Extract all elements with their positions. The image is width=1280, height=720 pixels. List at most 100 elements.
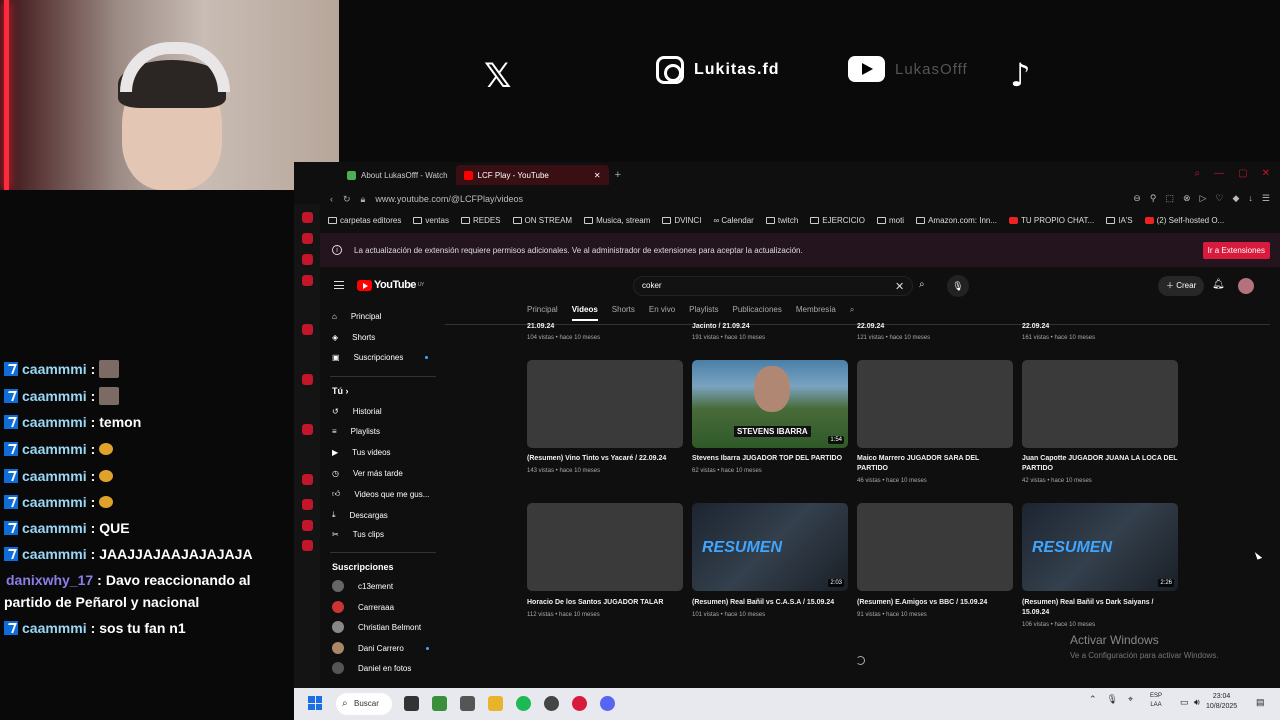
video-thumbnail[interactable]: STEVENS IBARRA 1:54 <box>692 360 848 448</box>
close-tab-icon[interactable]: ✕ <box>594 171 601 180</box>
sidebar-app-icon[interactable] <box>302 520 313 531</box>
pin-icon[interactable]: ⚲ <box>1150 193 1157 204</box>
download-icon[interactable]: ↓ <box>1248 193 1253 204</box>
video-thumbnail[interactable] <box>857 503 1013 591</box>
task-view-icon[interactable] <box>404 696 419 711</box>
bookmark-item[interactable]: EJERCICIO <box>810 216 865 225</box>
menu-icon[interactable]: ☰ <box>1262 193 1270 204</box>
spotify-icon[interactable] <box>516 696 531 711</box>
url-field[interactable]: www.youtube.com/@LCFPlay/videos <box>375 194 523 204</box>
volume-icon[interactable]: 🔊︎ <box>1194 697 1200 708</box>
reload-button[interactable]: ↻ <box>343 194 351 205</box>
maximize-button[interactable]: ▢ <box>1238 168 1247 179</box>
video-title[interactable]: 21.09.24 <box>527 322 687 332</box>
sidebar-item-tus-clips[interactable]: ✂ Tus clips <box>332 530 384 539</box>
bookmark-item[interactable]: REDES <box>460 216 501 225</box>
back-button[interactable]: ‹ <box>330 194 333 204</box>
minecraft-icon[interactable] <box>432 696 447 711</box>
sidebar-item-shorts[interactable]: ◈ Shorts <box>332 333 375 342</box>
location-icon[interactable]: ⌖ <box>1128 694 1133 705</box>
video-title[interactable]: Jacinto / 21.09.24 <box>692 322 852 332</box>
video-title[interactable]: (Resumen) E.Amigos vs BBC / 15.09.24 <box>857 598 1017 608</box>
tab-shorts[interactable]: Shorts <box>612 305 635 321</box>
video-title[interactable]: (Resumen) Vino Tinto vs Yacaré / 22.09.2… <box>527 454 687 464</box>
sidebar-app-icon[interactable] <box>302 324 313 335</box>
create-button[interactable]: ＋ Crear <box>1158 276 1205 296</box>
video-title[interactable]: Maico Marrero JUGADOR SARA DEL PARTIDO <box>857 454 987 474</box>
sidebar-item-playlists[interactable]: ≡ Playlists <box>332 427 380 436</box>
sidebar-subscription[interactable]: Carreraaa <box>332 601 394 613</box>
tab-about-lukasofff[interactable]: About LukasOfff - Watch <box>339 165 456 185</box>
bookmark-item[interactable]: carpetas editores <box>328 216 401 225</box>
start-button[interactable] <box>308 696 322 710</box>
new-tab-button[interactable]: + <box>615 169 621 181</box>
bookmark-item[interactable]: ventas <box>413 216 449 225</box>
bookmark-item[interactable]: ∞ Calendar <box>713 216 753 225</box>
video-title[interactable]: Horacio De los Santos JUGADOR TALAR <box>527 598 687 608</box>
youtube-logo[interactable]: YouTube UY <box>357 279 424 291</box>
video-title[interactable]: 22.09.24 <box>857 322 1017 332</box>
notification-icon[interactable]: ▤ <box>1256 697 1265 708</box>
tab-en-vivo[interactable]: En vivo <box>649 305 675 321</box>
hamburger-menu-icon[interactable] <box>334 281 344 289</box>
bookmark-item[interactable]: DVINCI <box>662 216 701 225</box>
microphone-icon[interactable]: 🎙︎ <box>1107 694 1118 705</box>
tab-principal[interactable]: Principal <box>527 305 558 321</box>
favorite-icon[interactable]: ♡ <box>1215 193 1223 204</box>
sidebar-app-icon[interactable] <box>302 540 313 551</box>
video-title[interactable]: Juan Capotte JUGADOR JUANA LA LOCA DEL P… <box>1022 454 1182 474</box>
clock[interactable]: 23:04 10/8/2025 <box>1206 692 1237 712</box>
tab-lcf-play[interactable]: LCF Play - YouTube ✕ <box>455 165 609 185</box>
go-to-extensions-button[interactable]: Ir a Extensiones <box>1202 242 1270 259</box>
obs-icon[interactable] <box>544 696 559 711</box>
video-thumbnail[interactable] <box>527 503 683 591</box>
sidebar-subscription[interactable]: Dani Carrero <box>332 642 429 654</box>
minimize-button[interactable]: — <box>1214 168 1224 179</box>
video-title[interactable]: 22.09.24 <box>1022 322 1182 332</box>
player-icon[interactable]: ▷ <box>1200 193 1207 204</box>
sidebar-item-tus-videos[interactable]: ▶ Tus videos <box>332 448 391 457</box>
video-thumbnail[interactable]: RESUMEN 2:26 <box>1022 503 1178 591</box>
sidebar-subscription[interactable]: c13ement <box>332 580 393 592</box>
video-thumbnail[interactable] <box>527 360 683 448</box>
tab-playlists[interactable]: Playlists <box>689 305 718 321</box>
video-title[interactable]: (Resumen) Real Bañil vs C.A.S.A / 15.09.… <box>692 598 852 608</box>
discord-icon[interactable] <box>600 696 615 711</box>
sidebar-subscription[interactable]: Daniel en fotos <box>332 662 411 674</box>
opera-gx-icon[interactable] <box>572 696 587 711</box>
search-channel-icon[interactable]: ⌕ <box>850 305 854 321</box>
sidebar-item-historial[interactable]: ↺ Historial <box>332 407 382 416</box>
bookmark-item[interactable]: ON STREAM <box>512 216 572 225</box>
sidebar-app-icon[interactable] <box>302 275 313 286</box>
sidebar-item-principal[interactable]: ⌂ Principal <box>332 312 382 321</box>
bookmark-item[interactable]: moti <box>876 216 904 225</box>
sidebar-app-icon[interactable] <box>302 499 313 510</box>
sidebar-item-liked[interactable]: 👍︎ Videos que me gus... <box>332 489 429 499</box>
sidebar-subscription[interactable]: Christian Belmont <box>332 621 421 633</box>
clear-search-icon[interactable]: ✕ <box>895 280 904 293</box>
tab-videos[interactable]: Videos <box>571 305 598 321</box>
sidebar-app-icon[interactable] <box>302 212 313 223</box>
taskbar-search[interactable]: Buscar <box>336 693 392 715</box>
sidebar-section-you[interactable]: Tú › <box>332 386 349 396</box>
chevron-up-icon[interactable]: ⌃ <box>1089 694 1097 705</box>
search-icon[interactable]: ⌕ <box>919 279 925 290</box>
bookmark-item[interactable]: Musica, stream <box>584 216 650 225</box>
bookmark-item[interactable]: Amazon.com: Inn... <box>916 216 997 225</box>
sidebar-app-icon[interactable] <box>302 254 313 265</box>
bookmark-item[interactable]: IA'S <box>1106 216 1133 225</box>
sidebar-app-icon[interactable] <box>302 424 313 435</box>
video-thumbnail[interactable] <box>857 360 1013 448</box>
sidebar-app-icon[interactable] <box>302 474 313 485</box>
display-icon[interactable]: ▭ <box>1180 697 1189 708</box>
search-tabs-icon[interactable]: ⌕ <box>1195 168 1201 179</box>
bookmark-item[interactable]: twitch <box>765 216 798 225</box>
sidebar-app-icon[interactable] <box>302 233 313 244</box>
video-thumbnail[interactable]: RESUMEN 2:03 <box>692 503 848 591</box>
sidebar-app-icon[interactable] <box>302 374 313 385</box>
bookmark-item[interactable]: TU PROPIO CHAT... <box>1009 216 1094 225</box>
video-title[interactable]: (Resumen) Real Bañil vs Dark Saiyans / 1… <box>1022 598 1182 618</box>
app-icon[interactable] <box>460 696 475 711</box>
extensions-icon[interactable]: ◆ <box>1233 193 1240 204</box>
video-thumbnail[interactable] <box>1022 360 1178 448</box>
